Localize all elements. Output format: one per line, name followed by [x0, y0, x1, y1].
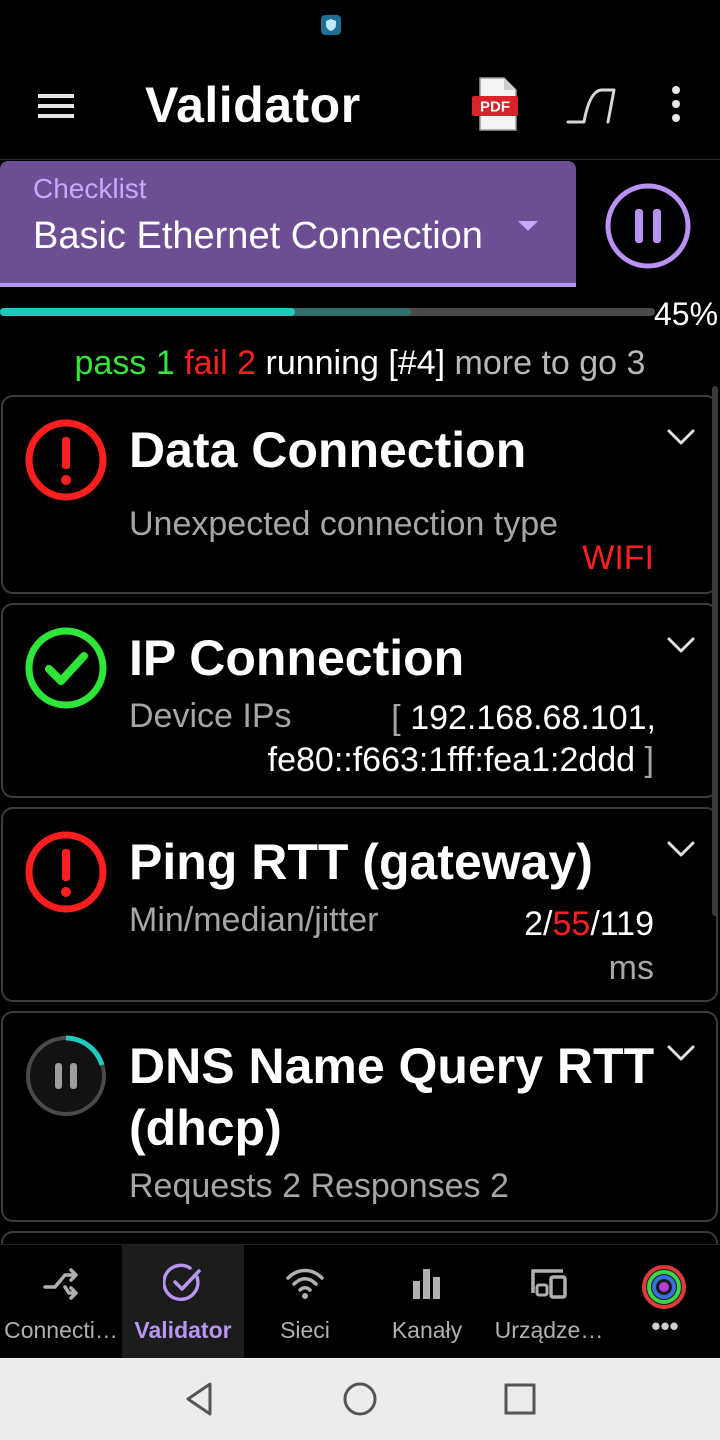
- card-detail: Device IPs: [129, 697, 292, 735]
- error-icon: [25, 831, 107, 913]
- nav-label: Urządze…: [494, 1317, 604, 1343]
- bar-chart-icon: [413, 1269, 440, 1299]
- running-label: running: [265, 344, 379, 382]
- more-count: 3: [626, 344, 646, 382]
- progress-fill: [0, 308, 295, 316]
- status-bar: [0, 0, 720, 52]
- separator: /: [543, 905, 553, 943]
- nav-channels[interactable]: Kanały: [366, 1245, 488, 1359]
- card-title-line-2: (dhcp): [129, 1100, 282, 1156]
- card-title: DNS Name Query RTT: [129, 1038, 655, 1094]
- running-value: [#4]: [388, 344, 446, 382]
- pause-button[interactable]: [604, 182, 692, 270]
- checklist-value: Basic Ethernet Connection: [33, 215, 483, 257]
- card-detail: Min/median/jitter: [129, 901, 379, 939]
- nav-connections[interactable]: Connecti…: [0, 1245, 122, 1359]
- test-card-data-connection[interactable]: Data Connection Unexpected connection ty…: [1, 395, 718, 594]
- ipv4-address: 192.168.68.101,: [410, 699, 656, 737]
- rtt-unit: ms: [608, 949, 654, 987]
- home-icon[interactable]: [340, 1379, 380, 1419]
- svg-text:PDF: PDF: [480, 99, 510, 116]
- bracket-close: ]: [644, 741, 654, 779]
- shield-icon: [321, 15, 341, 35]
- check-circle-icon: [25, 627, 107, 709]
- wifi-icon: [286, 1268, 324, 1299]
- nav-label: Sieci: [280, 1317, 330, 1343]
- card-detail: Requests 2 Responses 2: [129, 1167, 509, 1205]
- back-icon[interactable]: [180, 1379, 220, 1419]
- fail-count: 2: [237, 344, 257, 382]
- pdf-export-icon[interactable]: PDF: [468, 74, 524, 134]
- nav-label: Validator: [134, 1317, 232, 1343]
- progress-bar: [0, 308, 655, 316]
- devices-icon: [531, 1269, 567, 1299]
- run-summary: pass 1 fail 2 running [#4] more to go 3: [0, 344, 720, 383]
- fail-label: fail: [184, 344, 228, 382]
- check-circle-icon: [163, 1263, 201, 1302]
- chevron-down-icon[interactable]: [665, 635, 697, 655]
- card-title: Data Connection: [129, 422, 527, 478]
- nav-more[interactable]: •••: [610, 1245, 720, 1359]
- card-detail: Unexpected connection type: [129, 505, 559, 543]
- test-card-ping-rtt[interactable]: Ping RTT (gateway) Min/median/jitter 2/5…: [1, 807, 718, 1002]
- color-rings-icon: [642, 1265, 686, 1309]
- error-icon: [25, 419, 107, 501]
- chart-curve-icon[interactable]: [564, 80, 620, 130]
- card-title: IP Connection: [129, 630, 465, 686]
- scrollbar[interactable]: [712, 386, 718, 916]
- chevron-down-icon[interactable]: [665, 427, 697, 447]
- rtt-values: 2/55/119: [524, 905, 654, 944]
- more-label: more to go: [454, 344, 618, 382]
- test-card-ip-connection[interactable]: IP Connection Device IPs [ 192.168.68.10…: [1, 603, 718, 798]
- recents-icon[interactable]: [500, 1379, 540, 1419]
- pass-count: 1: [155, 344, 175, 382]
- rtt-jitter: 119: [599, 905, 654, 943]
- ip-list-line-1: [ 192.168.68.101,: [391, 699, 656, 738]
- test-card-dns-query[interactable]: DNS Name Query RTT (dhcp) Requests 2 Res…: [1, 1011, 718, 1222]
- running-progress-icon: [26, 1035, 106, 1116]
- more-options-icon[interactable]: [662, 82, 690, 126]
- nav-label: Kanały: [391, 1317, 463, 1343]
- bottom-navigation: Connecti… Validator Sieci Kanały Urządze…: [0, 1244, 720, 1359]
- rtt-median: 55: [552, 905, 591, 943]
- nav-devices[interactable]: Urządze…: [488, 1245, 610, 1359]
- hamburger-menu-icon[interactable]: [26, 82, 86, 130]
- card-value: WIFI: [582, 539, 654, 577]
- chevron-down-icon[interactable]: [665, 839, 697, 859]
- pass-label: pass: [74, 344, 147, 382]
- nav-validator[interactable]: Validator: [122, 1245, 244, 1359]
- app-bar: Validator PDF: [0, 52, 720, 160]
- nav-networks[interactable]: Sieci: [244, 1245, 366, 1359]
- dropdown-arrow-icon: [518, 221, 538, 231]
- checklist-label: Checklist: [33, 173, 147, 204]
- ip-list-line-2: fe80::f663:1fff:fea1:2ddd ]: [268, 741, 654, 780]
- progress-percent: 45%: [654, 296, 719, 332]
- checklist-dropdown[interactable]: Checklist Basic Ethernet Connection: [0, 161, 576, 287]
- ipv6-address: fe80::f663:1fff:fea1:2ddd: [267, 741, 636, 779]
- system-navigation-bar: [0, 1358, 720, 1440]
- separator: /: [590, 905, 600, 943]
- bracket-open: [: [391, 699, 401, 737]
- shuffle-icon: [43, 1268, 78, 1300]
- nav-label: Connecti…: [4, 1317, 118, 1343]
- page-title: Validator: [145, 77, 361, 133]
- card-title: Ping RTT (gateway): [129, 834, 593, 890]
- nav-label: •••: [651, 1311, 679, 1341]
- rtt-min: 2: [524, 905, 544, 943]
- chevron-down-icon[interactable]: [665, 1043, 697, 1063]
